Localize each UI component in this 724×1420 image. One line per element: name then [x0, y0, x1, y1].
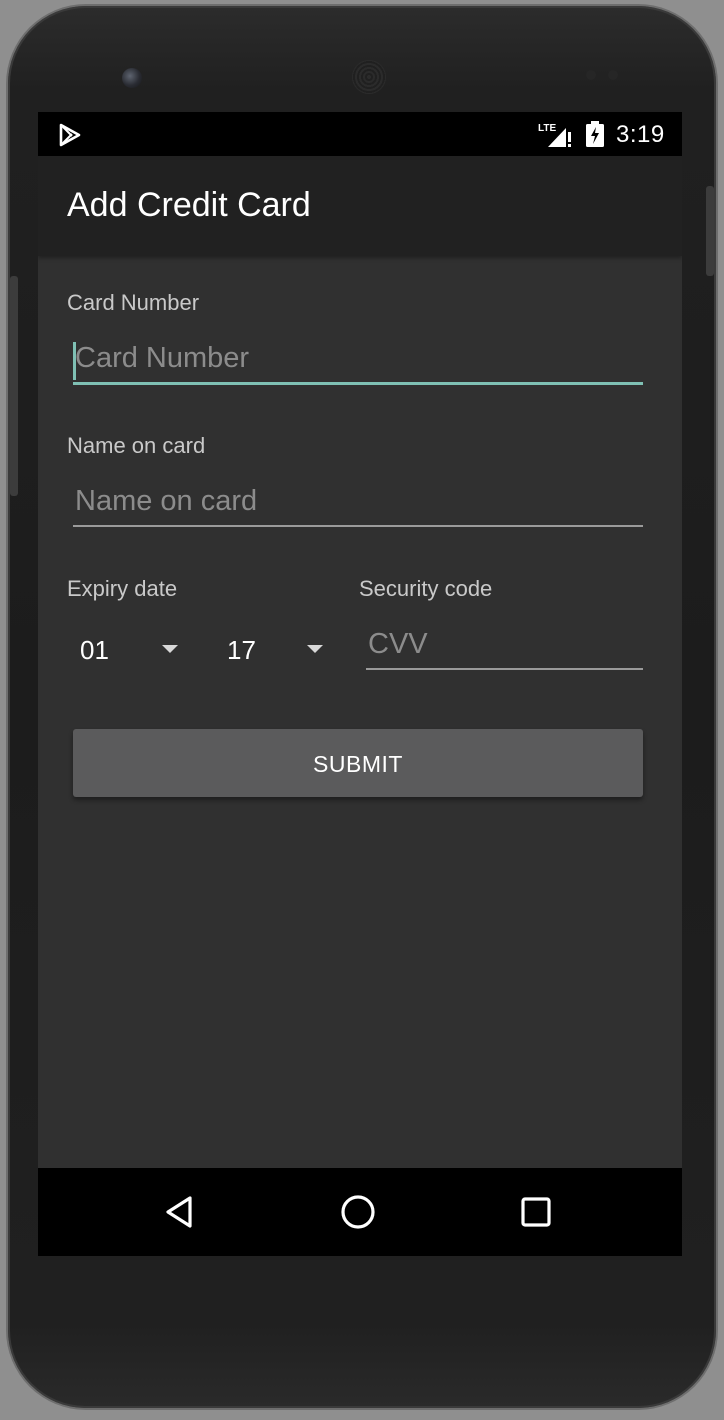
- lte-signal-icon: LTE: [538, 123, 571, 147]
- status-bar: LTE 3:19: [38, 112, 682, 156]
- volume-button: [10, 276, 18, 496]
- submit-button[interactable]: SUBMIT: [73, 729, 643, 797]
- home-icon[interactable]: [336, 1190, 380, 1234]
- name-on-card-placeholder: Name on card: [75, 485, 258, 517]
- back-icon[interactable]: [158, 1190, 202, 1234]
- expiry-date-label: Expiry date: [67, 576, 178, 601]
- page-title: Add Credit Card: [67, 186, 311, 224]
- power-button: [706, 186, 714, 276]
- recents-icon[interactable]: [514, 1190, 558, 1234]
- navigation-bar: [38, 1168, 682, 1256]
- security-code-label: Security code: [359, 576, 493, 601]
- expiry-month-select[interactable]: 01: [76, 625, 186, 669]
- proximity-sensors: [586, 70, 620, 80]
- svg-text:LTE: LTE: [538, 123, 556, 134]
- screen: LTE 3:19 Add Credit Card Card Number Car…: [38, 112, 682, 1256]
- submit-button-label: SUBMIT: [313, 751, 403, 777]
- play-store-icon: [59, 123, 81, 147]
- status-clock: 3:19: [616, 121, 665, 148]
- expiry-year-value: 17: [227, 635, 256, 665]
- dropdown-arrow-icon: [307, 645, 323, 653]
- expiry-month-value: 01: [80, 635, 109, 665]
- name-on-card-input[interactable]: Name on card: [73, 481, 643, 527]
- card-number-placeholder: Card Number: [75, 342, 250, 374]
- expiry-year-select[interactable]: 17: [223, 625, 333, 669]
- card-number-label: Card Number: [67, 290, 200, 315]
- name-on-card-label: Name on card: [67, 433, 206, 458]
- cvv-placeholder: CVV: [368, 628, 428, 660]
- card-number-input[interactable]: Card Number: [73, 338, 643, 385]
- dropdown-arrow-icon: [162, 645, 178, 653]
- cvv-input[interactable]: CVV: [366, 624, 643, 670]
- earpiece-speaker: [352, 60, 386, 94]
- app-bar: Add Credit Card: [38, 156, 682, 256]
- battery-charging-icon: [586, 121, 604, 147]
- front-camera: [122, 68, 142, 88]
